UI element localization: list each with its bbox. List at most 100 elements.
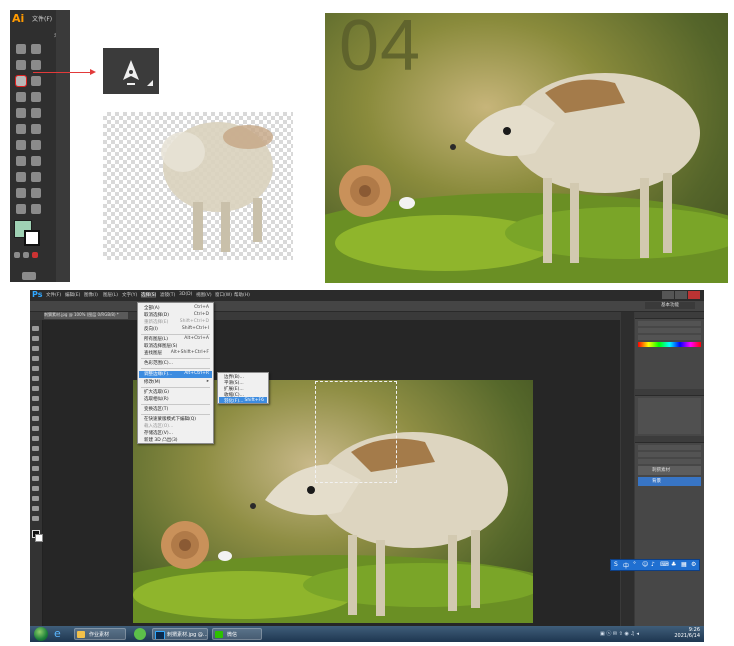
magic-wand-tool-icon[interactable] <box>16 60 26 70</box>
menu-item-color-range[interactable]: 色彩范围(C)... <box>144 360 173 366</box>
menu-file[interactable]: 文件(F) <box>46 292 61 298</box>
ime-settings-icon[interactable]: ⚙ <box>691 561 696 568</box>
free-transform-tool-icon[interactable] <box>31 156 41 166</box>
zoom-tool-icon[interactable] <box>32 516 39 521</box>
line-tool-icon[interactable] <box>31 92 41 102</box>
color-mode-icon[interactable] <box>14 252 20 258</box>
menu-item-grow[interactable]: 扩大选取(G) <box>144 389 169 395</box>
app-icon[interactable] <box>134 628 146 640</box>
taskbar-clock[interactable]: 9:26 2021/6/14 <box>674 627 700 639</box>
pen-tool-icon[interactable] <box>32 466 39 471</box>
hand-tool-icon[interactable] <box>16 204 26 214</box>
history-brush-tool-icon[interactable] <box>32 416 39 421</box>
taskbar-photoshop[interactable]: 刺猬素材.jpg @... <box>152 628 208 640</box>
lasso-tool-icon[interactable] <box>32 346 39 351</box>
menu-filter[interactable]: 滤镜(T) <box>160 292 175 298</box>
adjustments-panel-header[interactable] <box>635 389 704 396</box>
adjustments-icons[interactable] <box>638 398 701 434</box>
document-tab[interactable]: 刺猬素材.jpg @ 100% (图层 0/RGB/8) * <box>44 312 128 319</box>
menu-layer[interactable]: 图层(L) <box>103 292 118 298</box>
none-mode-icon[interactable] <box>32 252 38 258</box>
eraser-tool-icon[interactable] <box>32 426 39 431</box>
curvature-tool-icon[interactable] <box>31 76 41 86</box>
menu-item-reselect[interactable]: 重新选择(E) <box>144 319 168 325</box>
ime-toolbox-icon[interactable]: ▦ <box>681 561 687 568</box>
eraser-tool-icon[interactable] <box>31 124 41 134</box>
menu-view[interactable]: 视图(V) <box>196 292 212 298</box>
crop-tool-icon[interactable] <box>32 366 39 371</box>
direct-selection-tool-icon[interactable] <box>31 44 41 54</box>
menu-item-transform-selection[interactable]: 变换选区(T) <box>144 406 168 412</box>
ime-keyboard-icon[interactable]: ⌨ <box>660 561 669 568</box>
rectangle-tool-icon[interactable] <box>16 108 26 118</box>
type-tool-icon[interactable] <box>16 92 26 102</box>
gradient-mode-icon[interactable] <box>23 252 29 258</box>
path-selection-tool-icon[interactable] <box>32 486 39 491</box>
layer-blend-mode[interactable] <box>638 452 701 457</box>
layers-panel-header[interactable] <box>635 436 704 443</box>
blur-tool-icon[interactable] <box>32 446 39 451</box>
stroke-color-swatch[interactable] <box>24 230 40 246</box>
background-color-swatch[interactable] <box>35 534 43 542</box>
color-slider-r[interactable] <box>638 321 701 326</box>
hand-tool-icon[interactable] <box>32 506 39 511</box>
move-tool-icon[interactable] <box>32 326 39 331</box>
quick-selection-tool-icon[interactable] <box>32 356 39 361</box>
workspace-switcher[interactable]: 基本功能 <box>645 302 695 309</box>
menu-item-inverse[interactable]: 反向(I) <box>144 326 158 332</box>
menu-item-all[interactable]: 全部(A) <box>144 305 160 311</box>
paintbrush-tool-icon[interactable] <box>31 108 41 118</box>
clone-stamp-tool-icon[interactable] <box>32 406 39 411</box>
type-tool-icon[interactable] <box>32 476 39 481</box>
menu-help[interactable]: 帮助(H) <box>234 292 250 298</box>
menu-item-load-selection[interactable]: 载入选区(O)... <box>144 423 173 429</box>
menu-3d[interactable]: 3D(D) <box>179 292 192 297</box>
perspective-grid-tool-icon[interactable] <box>31 172 41 182</box>
ime-skin-icon[interactable]: ♣ <box>671 561 676 568</box>
ime-logo-icon[interactable]: S <box>614 561 618 568</box>
shape-tool-icon[interactable] <box>32 496 39 501</box>
layer-filter[interactable] <box>638 445 701 450</box>
shape-builder-tool-icon[interactable] <box>16 172 26 182</box>
menu-window[interactable]: 窗口(W) <box>215 292 232 298</box>
menu-item-save-selection[interactable]: 存储选区(V)... <box>144 430 173 436</box>
zoom-tool-icon[interactable] <box>31 204 41 214</box>
color-slider-b[interactable] <box>638 335 701 340</box>
marquee-tool-icon[interactable] <box>32 336 39 341</box>
ime-toolbar[interactable]: S 中 ° ☺ ♪ ⌨ ♣ ▦ ⚙ <box>610 559 700 571</box>
taskbar-wechat[interactable]: 微信 <box>212 628 262 640</box>
ime-mode[interactable]: 中 <box>623 561 629 570</box>
brush-tool-icon[interactable] <box>32 396 39 401</box>
dodge-tool-icon[interactable] <box>32 456 39 461</box>
lasso-tool-icon[interactable] <box>31 60 41 70</box>
menu-item-deselect[interactable]: 取消选择(D) <box>144 312 169 318</box>
ime-emoji-icon[interactable]: ☺ <box>642 561 648 568</box>
screen-mode-icon[interactable] <box>22 272 36 280</box>
healing-brush-tool-icon[interactable] <box>32 386 39 391</box>
color-slider-g[interactable] <box>638 328 701 333</box>
selection-tool-icon[interactable] <box>16 44 26 54</box>
layer-lock[interactable] <box>638 459 701 464</box>
menu-item-refine-edge[interactable]: 调整边缘(F)... <box>144 371 172 377</box>
symbol-sprayer-tool-icon[interactable] <box>16 188 26 198</box>
pen-tool-icon[interactable] <box>15 75 27 87</box>
taskbar-folder[interactable]: 作业素材 <box>74 628 126 640</box>
gradient-tool-icon[interactable] <box>32 436 39 441</box>
color-spectrum[interactable] <box>638 342 701 347</box>
menu-item-find-layers[interactable]: 查找图层 <box>144 350 162 356</box>
maximize-button[interactable] <box>675 291 687 299</box>
menu-item-deselect-layers[interactable]: 取消选择图层(S) <box>144 343 177 349</box>
minimize-button[interactable] <box>662 291 674 299</box>
ime-punctuation-icon[interactable]: ° <box>633 561 636 568</box>
ime-voice-icon[interactable]: ♪ <box>651 561 655 568</box>
tray-icons[interactable]: ▣ ⓢ ✉ ⇧ ◉ ♫ ◂ <box>600 630 660 638</box>
menu-select[interactable]: 选择(S) <box>141 292 157 298</box>
eyedropper-tool-icon[interactable] <box>32 376 39 381</box>
menu-item-all-layers[interactable]: 所有图层(L) <box>144 336 168 342</box>
scale-tool-icon[interactable] <box>31 140 41 150</box>
menu-edit[interactable]: 编辑(E) <box>65 292 80 298</box>
menu-item-similar[interactable]: 选取相似(R) <box>144 396 169 402</box>
layer-row-background[interactable]: 背景 <box>638 477 701 486</box>
shaper-tool-icon[interactable] <box>16 124 26 134</box>
menu-image[interactable]: 图像(I) <box>84 292 98 298</box>
